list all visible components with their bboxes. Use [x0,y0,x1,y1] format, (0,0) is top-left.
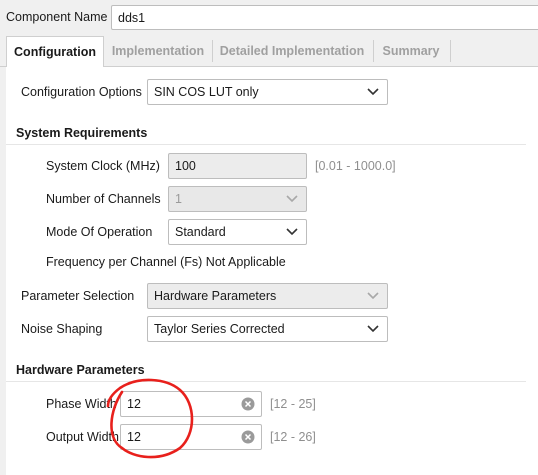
clear-circle-x-icon[interactable] [241,430,255,444]
configuration-panel: Configuration Options SIN COS LUT only S… [6,67,538,475]
tab-implementation-label: Implementation [111,44,205,58]
phase-width-input[interactable]: 12 [120,391,262,417]
component-name-label: Component Name [6,10,108,24]
noise-shaping-select[interactable]: Taylor Series Corrected [147,316,388,342]
phase-width-value: 12 [127,397,141,411]
system-clock-range: [0.01 - 1000.0] [315,159,396,173]
phase-width-range: [12 - 25] [270,397,316,411]
tab-bar: Configuration Implementation Detailed Im… [0,36,538,68]
component-name-input[interactable]: dds1 [111,5,538,30]
tab-separator [212,40,213,62]
tab-detailed-implementation[interactable]: Detailed Implementation [214,36,370,67]
mode-value: Standard [175,225,226,239]
output-width-label: Output Width [46,430,119,444]
parameter-selection-value: Hardware Parameters [154,289,277,303]
tab-summary-label: Summary [382,44,440,58]
channels-value: 1 [175,192,182,206]
chevron-down-icon [367,88,379,96]
tab-separator [373,40,374,62]
hardware-parameters-title: Hardware Parameters [16,363,145,377]
tab-configuration[interactable]: Configuration [6,36,104,68]
mode-label: Mode Of Operation [46,225,153,239]
tab-implementation[interactable]: Implementation [106,36,210,67]
parameter-selection-label: Parameter Selection [21,289,135,303]
noise-shaping-label: Noise Shaping [21,322,103,336]
chevron-down-icon [367,292,379,300]
system-requirements-header: System Requirements [6,125,526,145]
output-width-input[interactable]: 12 [120,424,262,450]
system-clock-input[interactable]: 100 [168,153,307,179]
config-options-select[interactable]: SIN COS LUT only [147,79,388,105]
parameter-selection-select[interactable]: Hardware Parameters [147,283,388,309]
chevron-down-icon [367,325,379,333]
chevron-down-icon [286,228,298,236]
system-clock-value: 100 [175,159,196,173]
phase-width-label: Phase Width [46,397,117,411]
tab-summary[interactable]: Summary [376,36,446,67]
frequency-note: Frequency per Channel (Fs) Not Applicabl… [46,255,286,269]
tab-configuration-label: Configuration [14,45,96,59]
output-width-range: [12 - 26] [270,430,316,444]
clear-circle-x-icon[interactable] [241,397,255,411]
component-name-value: dds1 [118,11,146,25]
tab-detailed-implementation-label: Detailed Implementation [219,44,365,58]
config-options-value: SIN COS LUT only [154,85,259,99]
config-options-label: Configuration Options [21,85,142,99]
hardware-parameters-header: Hardware Parameters [6,362,526,382]
mode-select[interactable]: Standard [168,219,307,245]
output-width-value: 12 [127,430,141,444]
system-clock-label: System Clock (MHz) [46,159,160,173]
tab-separator [450,40,451,62]
system-requirements-title: System Requirements [16,126,148,140]
channels-select[interactable]: 1 [168,186,307,212]
channels-label: Number of Channels [46,192,161,206]
chevron-down-icon [286,195,298,203]
noise-shaping-value: Taylor Series Corrected [154,322,285,336]
